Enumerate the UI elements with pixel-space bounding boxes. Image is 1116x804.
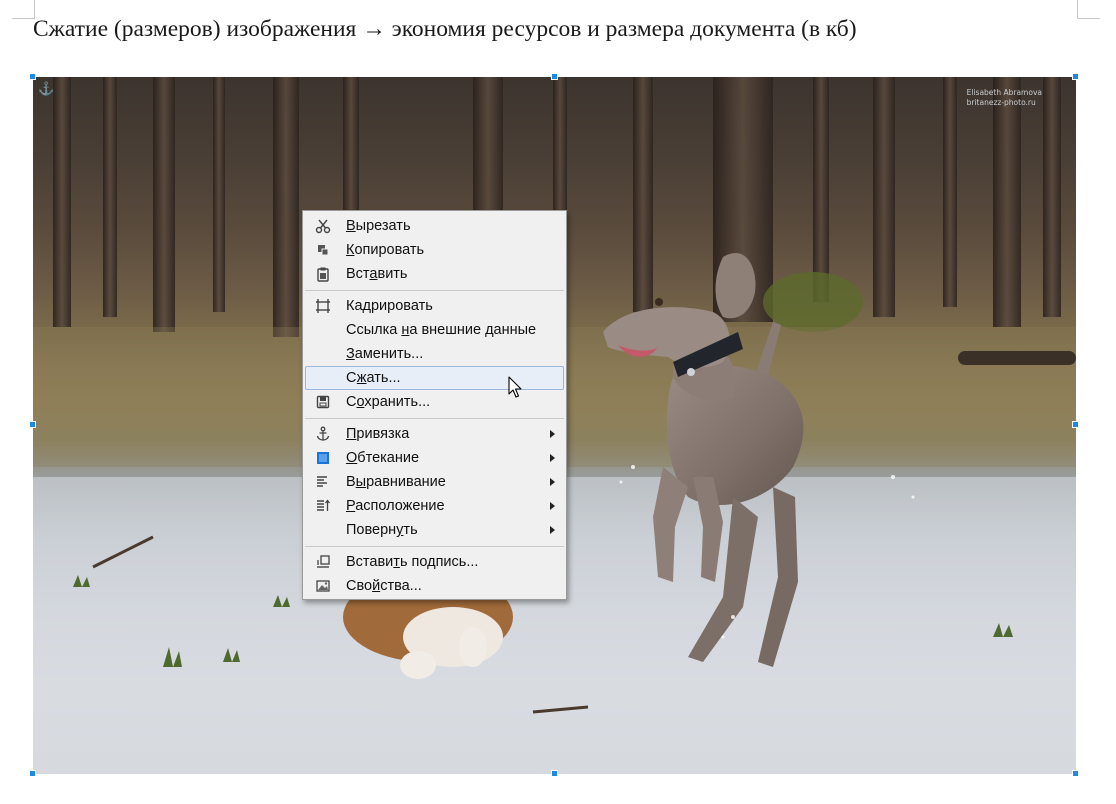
menu-label: Обтекание	[346, 450, 420, 466]
menu-label: Вставить подпись...	[346, 554, 479, 570]
menu-separator	[305, 418, 564, 419]
align-icon	[315, 474, 331, 490]
resize-handle-right[interactable]	[1072, 421, 1079, 428]
page-corner-mark-right	[1077, 0, 1100, 19]
resize-handle-left[interactable]	[29, 421, 36, 428]
save-icon	[315, 394, 331, 410]
mouse-pointer-icon	[508, 376, 522, 398]
document-heading: Сжатие (размеров) изображения → экономия…	[33, 16, 857, 42]
menu-label: Выравнивание	[346, 474, 446, 490]
menu-label: Повернуть	[346, 522, 418, 538]
menu-item-insert-caption[interactable]: Вставить подпись...	[305, 550, 564, 574]
menu-label: Вставить	[346, 266, 408, 282]
scissors-icon	[315, 218, 331, 234]
menu-item-replace[interactable]: Заменить...	[305, 342, 564, 366]
menu-label: Свойства...	[346, 578, 422, 594]
resize-handle-top-right[interactable]	[1072, 73, 1079, 80]
menu-label: Ссылка на внешние данные	[346, 322, 537, 338]
menu-label: Привязка	[346, 426, 410, 442]
menu-item-align[interactable]: Выравнивание	[305, 470, 564, 494]
menu-item-rotate[interactable]: Повернуть	[305, 518, 564, 542]
menu-item-copy[interactable]: Копировать	[305, 238, 564, 262]
copy-icon	[315, 242, 331, 258]
wrap-icon	[315, 450, 331, 466]
crop-icon	[315, 298, 331, 314]
menu-label: Сохранить...	[346, 394, 431, 410]
menu-item-wrap[interactable]: Обтекание	[305, 446, 564, 470]
menu-separator	[305, 546, 564, 547]
image-context-menu: Вырезать Копировать Вставить Кадрировать…	[302, 210, 567, 600]
properties-icon	[315, 578, 331, 594]
menu-item-cut[interactable]: Вырезать	[305, 214, 564, 238]
menu-item-anchor[interactable]: Привязка	[305, 422, 564, 446]
caption-icon	[315, 554, 331, 570]
menu-item-compress[interactable]: Сжать...	[305, 366, 564, 390]
resize-handle-bottom-left[interactable]	[29, 770, 36, 777]
menu-label: Сжать...	[346, 370, 401, 386]
paste-icon	[315, 266, 331, 282]
submenu-arrow-icon	[550, 526, 555, 534]
photo-watermark: Elisabeth Abramova britanezz-photo.ru	[967, 88, 1042, 108]
menu-separator	[305, 290, 564, 291]
menu-label: Расположение	[346, 498, 445, 514]
arrange-icon	[315, 498, 331, 514]
anchor-icon	[315, 426, 331, 442]
menu-label: Вырезать	[346, 218, 411, 234]
menu-item-paste[interactable]: Вставить	[305, 262, 564, 286]
menu-label: Заменить...	[346, 346, 424, 362]
menu-item-arrange[interactable]: Расположение	[305, 494, 564, 518]
resize-handle-top-left[interactable]	[29, 73, 36, 80]
menu-item-save[interactable]: Сохранить...	[305, 390, 564, 414]
menu-label: Кадрировать	[346, 298, 433, 314]
menu-item-external-link[interactable]: Ссылка на внешние данные	[305, 318, 564, 342]
resize-handle-bottom-right[interactable]	[1072, 770, 1079, 777]
anchor-marker-icon: ⚓	[38, 81, 55, 96]
submenu-arrow-icon	[550, 454, 555, 462]
page-corner-mark-left	[12, 0, 35, 19]
resize-handle-top[interactable]	[551, 73, 558, 80]
watermark-site: britanezz-photo.ru	[966, 98, 1036, 107]
resize-handle-bottom[interactable]	[551, 770, 558, 777]
menu-label: Копировать	[346, 242, 425, 258]
document-page: Сжатие (размеров) изображения → экономия…	[0, 0, 1116, 804]
submenu-arrow-icon	[550, 502, 555, 510]
menu-item-properties[interactable]: Свойства...	[305, 574, 564, 598]
watermark-author: Elisabeth Abramova	[966, 88, 1042, 97]
submenu-arrow-icon	[550, 478, 555, 486]
menu-item-crop[interactable]: Кадрировать	[305, 294, 564, 318]
submenu-arrow-icon	[550, 430, 555, 438]
